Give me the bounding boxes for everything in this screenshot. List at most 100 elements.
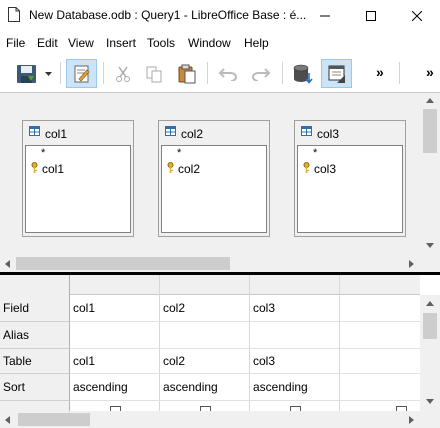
maximize-button[interactable] — [348, 0, 394, 31]
window-title: New Database.odb : Query1 - LibreOffice … — [29, 8, 307, 22]
redo-button[interactable] — [247, 59, 275, 88]
table-icon — [301, 126, 312, 136]
toolbar-separator — [207, 62, 208, 84]
table-window-col1[interactable]: col1 * col1 — [22, 120, 134, 237]
minimize-button[interactable] — [302, 0, 348, 31]
field-all[interactable]: * — [313, 147, 317, 159]
scroll-up-icon[interactable] — [426, 301, 434, 306]
copy-icon — [146, 66, 162, 82]
menu-view[interactable]: View — [68, 36, 94, 50]
title-bar: New Database.odb : Query1 - LibreOffice … — [0, 0, 440, 31]
toolbar-overflow-button-2[interactable]: » — [426, 64, 434, 80]
toolbar-overflow-button[interactable]: » — [376, 64, 384, 80]
undo-button[interactable] — [214, 59, 242, 88]
grid-corner — [0, 275, 70, 295]
scroll-right-icon[interactable] — [409, 416, 414, 424]
redo-icon — [252, 67, 271, 81]
dropdown-arrow-icon — [44, 71, 52, 76]
menu-window[interactable]: Window — [188, 36, 231, 50]
row-label-visible — [0, 401, 70, 411]
row-label-table: Table — [0, 349, 70, 374]
field-list: * col2 — [161, 145, 267, 233]
grid-cell-alias[interactable] — [250, 322, 339, 348]
save-icon — [17, 64, 36, 83]
close-icon — [412, 10, 422, 21]
edit-mode-button[interactable] — [66, 59, 97, 88]
grid-cell-field[interactable]: col1 — [70, 295, 159, 321]
grid-cell-field[interactable]: col2 — [160, 295, 249, 321]
primary-key-icon — [31, 162, 38, 173]
cut-button[interactable] — [110, 59, 136, 88]
table-window-col2[interactable]: col2 * col2 — [158, 120, 270, 237]
menu-tools[interactable]: Tools — [147, 36, 175, 50]
field-item[interactable]: col1 — [42, 162, 64, 176]
edit-mode-icon — [74, 65, 89, 82]
primary-key-icon — [303, 162, 310, 173]
copy-button[interactable] — [141, 59, 167, 88]
field-all[interactable]: * — [41, 147, 45, 159]
scroll-thumb[interactable] — [423, 313, 437, 339]
scroll-thumb[interactable] — [16, 257, 230, 270]
row-label-field: Field — [0, 295, 70, 322]
design-vertical-scrollbar[interactable] — [420, 93, 440, 255]
scroll-thumb[interactable] — [423, 109, 437, 153]
scroll-right-icon[interactable] — [409, 260, 414, 268]
grid-horizontal-scrollbar[interactable] — [0, 411, 440, 428]
field-item[interactable]: col2 — [178, 162, 200, 176]
table-window-col3[interactable]: col3 * col3 — [294, 120, 406, 237]
minimize-icon — [320, 15, 330, 16]
grid-column-header — [70, 275, 420, 295]
table-window-title: col3 — [317, 127, 340, 141]
primary-key-icon — [167, 162, 174, 173]
cut-icon — [116, 66, 130, 82]
grid-cell-sort[interactable]: ascending — [70, 374, 159, 400]
row-label-alias: Alias — [0, 322, 70, 349]
grid-cell-field[interactable]: col3 — [250, 295, 339, 321]
grid-cell-sort[interactable]: ascending — [250, 374, 339, 400]
scroll-up-icon[interactable] — [426, 98, 434, 103]
toolbar-separator — [103, 62, 104, 84]
scroll-down-icon[interactable] — [426, 243, 434, 248]
grid-cell-alias[interactable] — [160, 322, 249, 348]
grid-cell-table[interactable]: col1 — [70, 349, 159, 373]
field-list: * col1 — [25, 145, 131, 233]
undo-icon — [218, 67, 237, 81]
design-view-icon — [328, 65, 345, 83]
menu-edit[interactable]: Edit — [37, 36, 58, 50]
column-separator — [339, 275, 340, 411]
save-button[interactable] — [12, 59, 42, 88]
scroll-thumb[interactable] — [18, 413, 90, 426]
field-all[interactable]: * — [177, 147, 181, 159]
grid-cell-table[interactable]: col2 — [160, 349, 249, 373]
row-label-sort: Sort — [0, 374, 70, 401]
grid-vertical-scrollbar[interactable] — [420, 295, 440, 411]
field-item[interactable]: col3 — [314, 162, 336, 176]
maximize-icon — [366, 10, 376, 21]
paste-icon — [178, 64, 196, 83]
scroll-down-icon[interactable] — [426, 399, 434, 404]
paste-button[interactable] — [173, 59, 201, 88]
table-icon — [165, 126, 176, 136]
grid-cell-alias[interactable] — [70, 322, 159, 348]
toolbar-separator — [282, 62, 283, 84]
menu-file[interactable]: File — [6, 36, 25, 50]
scroll-left-icon[interactable] — [5, 416, 10, 424]
grid-cell-sort[interactable]: ascending — [160, 374, 249, 400]
run-query-icon — [293, 64, 313, 84]
scroll-left-icon[interactable] — [5, 260, 10, 268]
run-query-button[interactable] — [288, 59, 318, 88]
close-button[interactable] — [394, 0, 440, 31]
save-dropdown-button[interactable] — [42, 59, 54, 88]
menu-help[interactable]: Help — [244, 36, 269, 50]
row-separator — [70, 400, 420, 401]
grid-cell-table[interactable]: col3 — [250, 349, 339, 373]
field-list: * col3 — [297, 145, 403, 233]
toolbar-separator — [399, 62, 400, 84]
document-icon — [8, 7, 20, 22]
design-horizontal-scrollbar[interactable] — [0, 255, 420, 272]
toolbar-separator — [60, 62, 61, 84]
menu-insert[interactable]: Insert — [106, 36, 136, 50]
table-window-title: col2 — [181, 127, 204, 141]
table-icon — [29, 126, 40, 136]
design-view-button[interactable] — [321, 59, 352, 88]
